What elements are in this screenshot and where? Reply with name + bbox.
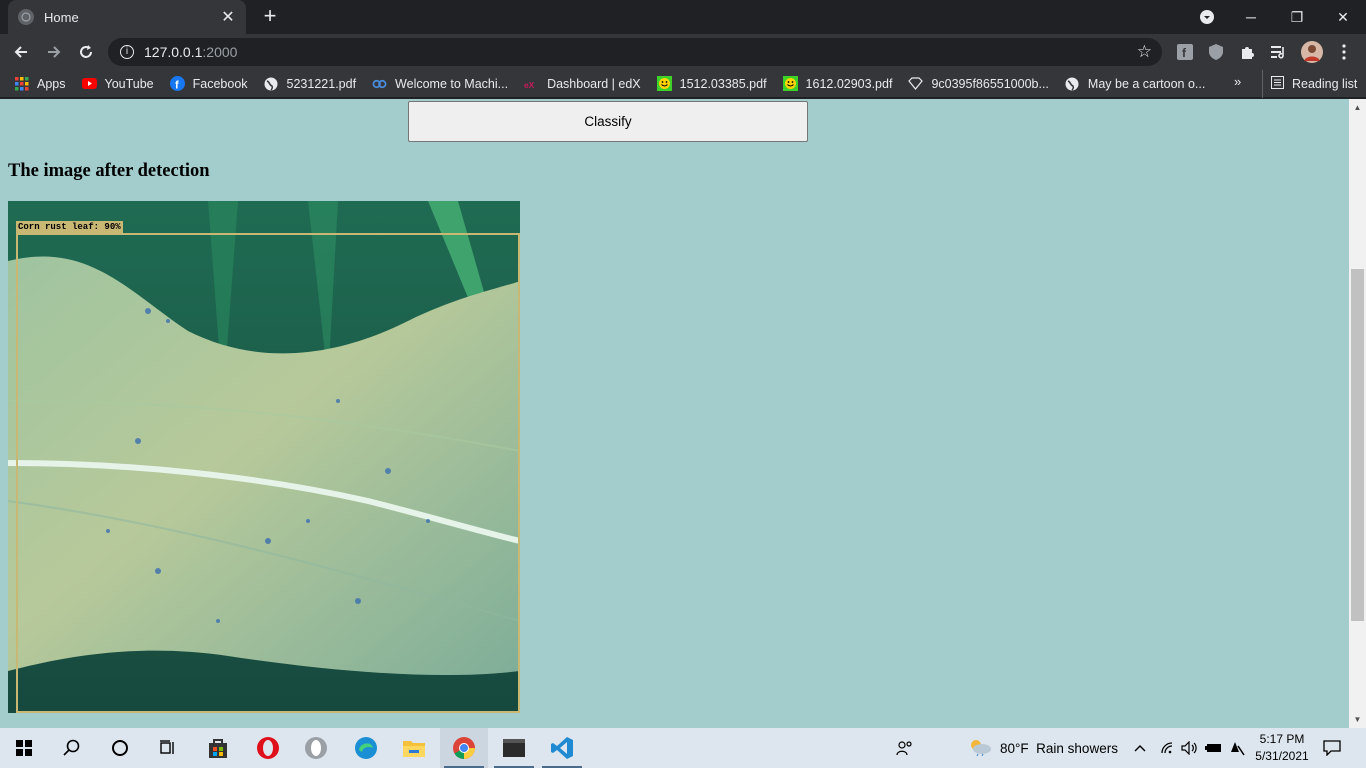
bookmark-label: 9c0395f86551000b...: [931, 76, 1049, 91]
bookmark-label: YouTube: [104, 76, 154, 91]
browser-toolbar: i 127.0.0.1:2000 ☆ f: [0, 34, 1366, 70]
show-hidden-icons-icon[interactable]: [1134, 728, 1146, 768]
apps-grid-icon: [14, 76, 29, 91]
bookmark-label: Welcome to Machi...: [395, 76, 509, 91]
detection-label: Corn rust leaf: 90%: [16, 221, 123, 233]
svg-text:f: f: [175, 80, 179, 92]
system-clock[interactable]: 5:17 PM 5/31/2021: [1250, 731, 1314, 765]
restore-button[interactable]: ❐: [1274, 0, 1320, 34]
diamond-icon: [908, 76, 924, 91]
reading-list-icon: [1271, 76, 1284, 92]
bookmark-item[interactable]: May be a cartoon o...: [1065, 76, 1205, 91]
bookmark-label: 5231221.pdf: [286, 76, 357, 91]
reload-button[interactable]: [73, 39, 99, 65]
tab-title: Home: [44, 9, 79, 25]
shield-extension-icon[interactable]: [1206, 42, 1226, 62]
bookmarks-bar: Apps YouTube f Facebook 5231221.pdf Welcome t…: [0, 70, 1366, 98]
clock-time: 5:17 PM: [1259, 732, 1305, 746]
bookmark-item[interactable]: Welcome to Machi...: [372, 76, 508, 91]
bookmark-label: Facebook: [192, 76, 248, 91]
notification-bell-icon[interactable]: [1228, 728, 1246, 768]
facebook-extension-icon[interactable]: f: [1175, 42, 1195, 62]
task-view-icon[interactable]: [144, 728, 192, 768]
reading-list-label: Reading list: [1292, 77, 1358, 91]
windows-taskbar: 80°F Rain showers 5:17 PM 5/31/2021: [0, 728, 1366, 768]
reading-list-button[interactable]: Reading list: [1262, 70, 1357, 98]
vscode-icon[interactable]: [538, 728, 586, 768]
terminal-icon[interactable]: [490, 728, 538, 768]
bookmark-star-icon[interactable]: ☆: [1137, 42, 1152, 62]
globe-icon: [264, 76, 279, 91]
scroll-down-icon[interactable]: ▼: [1349, 711, 1366, 728]
bookmarks-overflow-icon[interactable]: »: [1234, 74, 1241, 89]
classify-button[interactable]: Classify: [408, 101, 808, 142]
scroll-up-icon[interactable]: ▲: [1349, 99, 1366, 116]
close-window-button[interactable]: ✕: [1320, 0, 1366, 34]
opera-gx-icon[interactable]: [292, 728, 340, 768]
weather-widget[interactable]: 80°F Rain showers: [968, 728, 1118, 768]
volume-icon[interactable]: [1181, 728, 1199, 768]
bookmark-item[interactable]: f Facebook: [169, 76, 248, 92]
edge-icon[interactable]: [342, 728, 390, 768]
profile-avatar[interactable]: [1301, 41, 1323, 63]
bookmark-label: May be a cartoon o...: [1087, 76, 1206, 91]
chrome-menu-icon[interactable]: [1334, 42, 1354, 62]
bookmark-item[interactable]: eX Dashboard | edX: [524, 76, 641, 91]
globe-icon: [18, 9, 34, 25]
chrome-taskbar-icon[interactable]: [440, 728, 488, 768]
tab-strip: Home ✕ + ─ ❐ ✕: [0, 0, 1366, 34]
store-icon[interactable]: [194, 728, 242, 768]
bookmark-label: Dashboard | edX: [547, 76, 641, 91]
facebook-icon: f: [169, 76, 185, 92]
bookmark-item[interactable]: 5231221.pdf: [264, 76, 357, 91]
url-host: 127.0.0.1: [144, 44, 203, 60]
coursera-icon: [372, 76, 387, 91]
clock-date: 5/31/2021: [1255, 749, 1309, 763]
close-tab-icon[interactable]: ✕: [220, 9, 236, 26]
weather-icon: [968, 738, 992, 759]
action-center-icon[interactable]: [1323, 728, 1341, 768]
youtube-icon: [81, 76, 97, 91]
result-heading: The image after detection: [8, 161, 210, 181]
tab-search-icon[interactable]: [1184, 0, 1230, 34]
battery-icon[interactable]: [1205, 728, 1223, 768]
browser-tab[interactable]: Home ✕: [8, 0, 246, 34]
vertical-scrollbar[interactable]: ▲ ▼: [1349, 99, 1366, 728]
detection-result-image: Corn rust leaf: 90%: [8, 201, 520, 713]
weather-text: 80°F Rain showers: [1000, 740, 1118, 756]
start-button[interactable]: [0, 728, 48, 768]
windows-logo-icon: [16, 740, 32, 756]
opera-icon[interactable]: [244, 728, 292, 768]
smiley-icon: [782, 76, 798, 91]
minimize-button[interactable]: ─: [1228, 0, 1274, 34]
svg-text:eX: eX: [524, 79, 535, 88]
people-icon[interactable]: [896, 728, 914, 768]
edx-icon: eX: [524, 76, 539, 91]
new-tab-button[interactable]: +: [258, 5, 282, 29]
bookmark-item[interactable]: 1512.03385.pdf: [656, 76, 767, 91]
media-control-icon[interactable]: [1269, 42, 1289, 62]
scrollbar-thumb[interactable]: [1351, 269, 1364, 621]
bookmark-item[interactable]: 1612.02903.pdf: [782, 76, 893, 91]
site-info-icon[interactable]: i: [120, 45, 134, 59]
wifi-icon[interactable]: [1160, 728, 1176, 768]
extensions-puzzle-icon[interactable]: [1237, 42, 1257, 62]
page-content: Classify The image after detection Corn …: [0, 99, 1366, 728]
address-bar[interactable]: i 127.0.0.1:2000 ☆: [108, 38, 1162, 66]
back-button[interactable]: [8, 39, 34, 65]
bookmark-label: 1512.03385.pdf: [679, 76, 767, 91]
cortana-icon[interactable]: [96, 728, 144, 768]
bookmark-item[interactable]: 9c0395f86551000b...: [908, 76, 1049, 91]
globe-icon: [1065, 76, 1080, 91]
bookmark-item[interactable]: YouTube: [81, 76, 154, 91]
bookmark-label: Apps: [37, 76, 66, 91]
smiley-icon: [656, 76, 672, 91]
forward-button[interactable]: [41, 39, 67, 65]
file-explorer-icon[interactable]: [390, 728, 438, 768]
bookmark-label: 1612.02903.pdf: [805, 76, 893, 91]
bookmark-item[interactable]: Apps: [14, 76, 66, 91]
url-port: :2000: [202, 44, 238, 60]
search-icon[interactable]: [48, 728, 96, 768]
